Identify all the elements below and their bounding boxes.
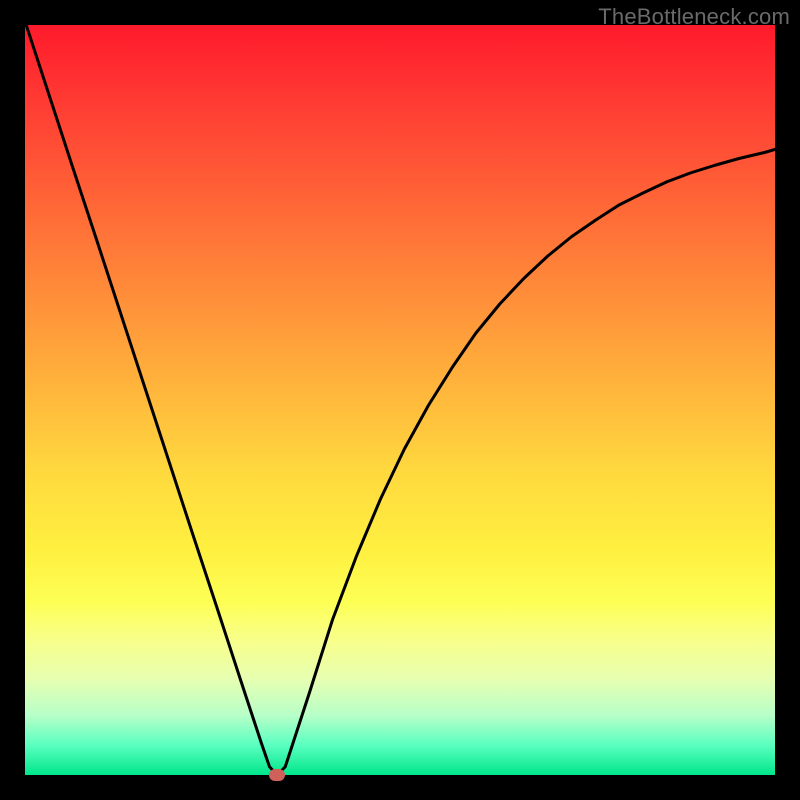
minimum-marker — [269, 769, 285, 781]
bottleneck-curve — [25, 25, 775, 775]
chart-container: TheBottleneck.com — [0, 0, 800, 800]
plot-area — [25, 25, 775, 775]
